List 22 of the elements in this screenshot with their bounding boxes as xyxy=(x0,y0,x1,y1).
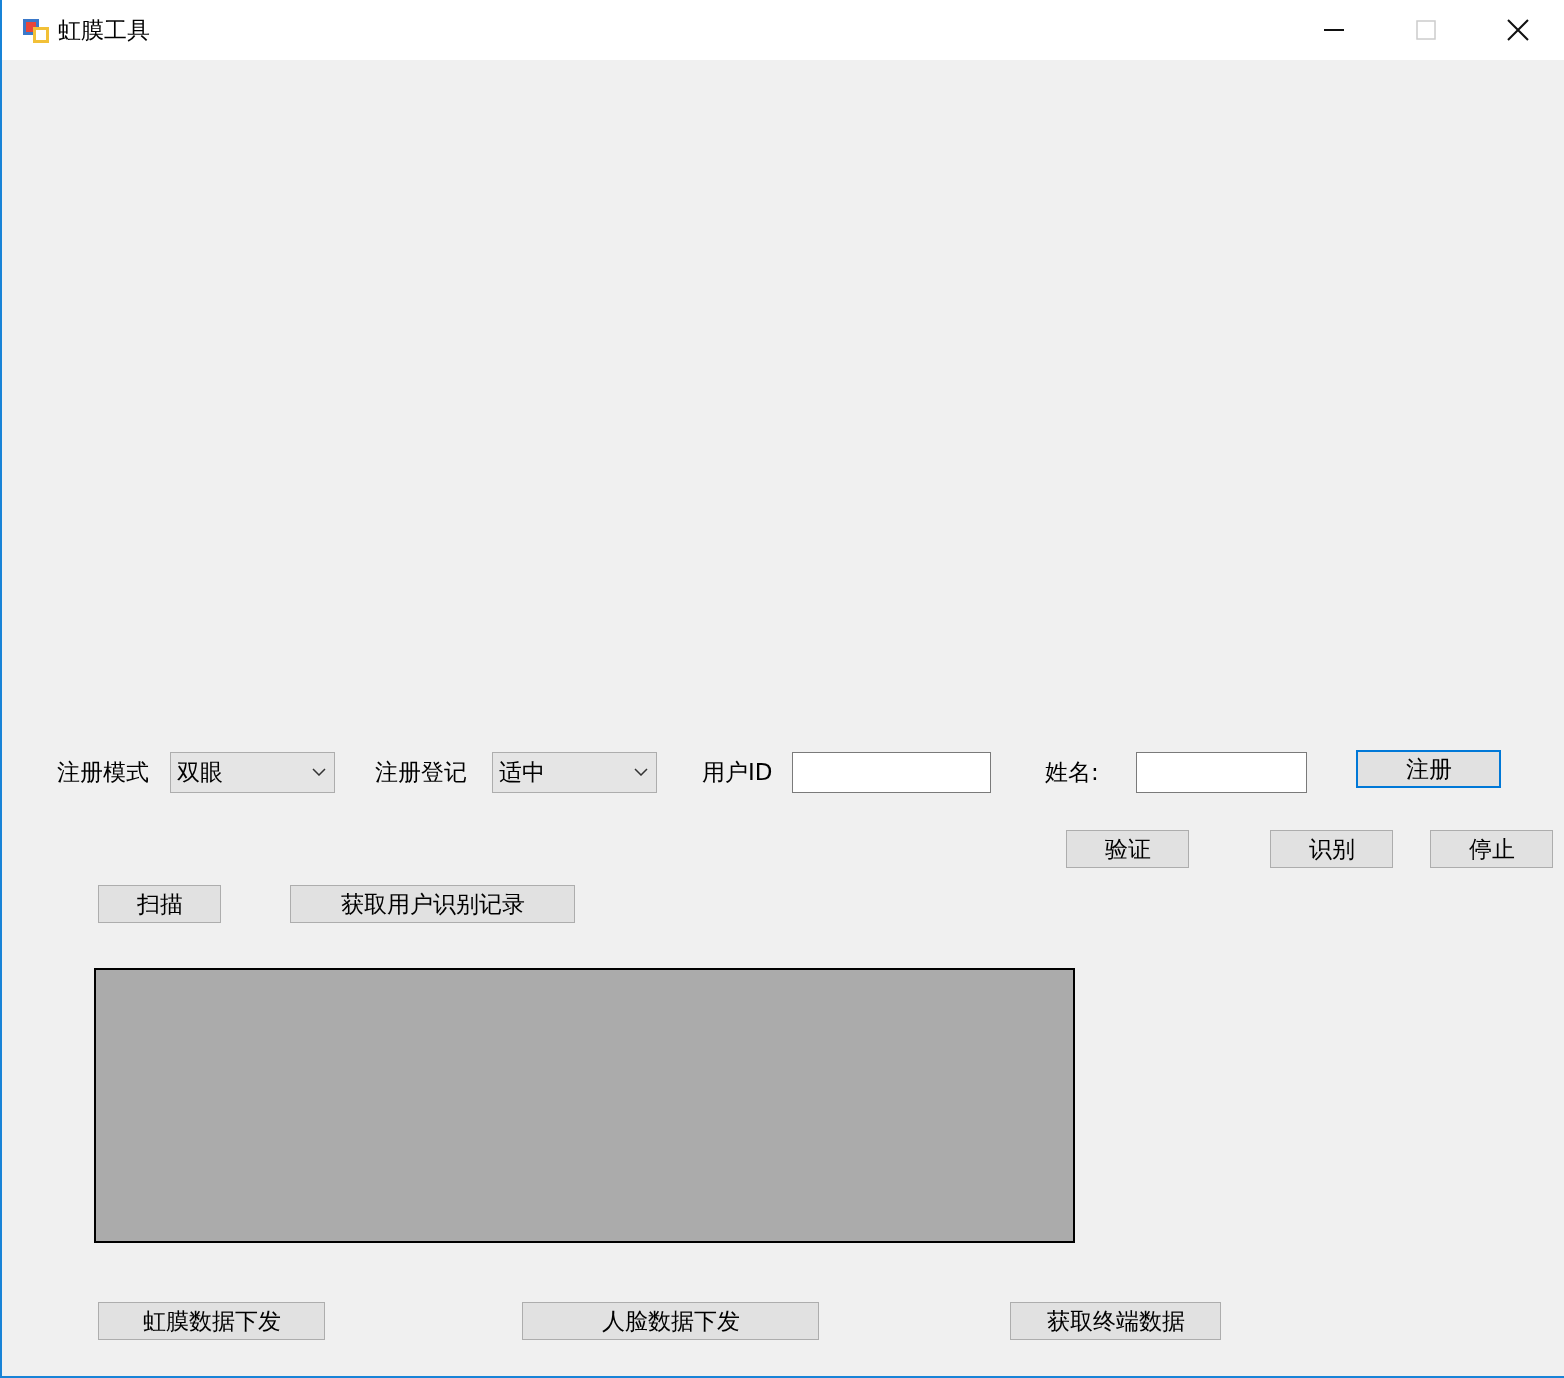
form-button[interactable]: 虹膜数据下发 xyxy=(98,1302,325,1340)
close-icon[interactable] xyxy=(1507,19,1529,41)
dropdown[interactable]: 双眼 xyxy=(170,751,335,793)
form-button[interactable]: 获取终端数据 xyxy=(1010,1302,1221,1340)
text-field[interactable] xyxy=(1136,751,1307,793)
form-button[interactable]: 扫描 xyxy=(98,885,221,923)
form-button[interactable]: 注册 xyxy=(1356,750,1501,788)
app-icon xyxy=(22,16,50,44)
field-label: 注册模式 xyxy=(57,757,150,787)
chevron-down-icon xyxy=(634,768,648,776)
dropdown[interactable]: 适中 xyxy=(492,751,657,793)
form-button[interactable]: 人脸数据下发 xyxy=(522,1302,819,1340)
form-button[interactable]: 获取用户识别记录 xyxy=(290,885,575,923)
form-button[interactable]: 停止 xyxy=(1430,830,1553,868)
text-field[interactable] xyxy=(792,751,991,793)
field-label: 注册登记 xyxy=(375,757,468,787)
window-title: 虹膜工具 xyxy=(58,15,150,45)
field-label: 用户ID xyxy=(702,757,774,787)
form-button[interactable]: 识别 xyxy=(1270,830,1393,868)
field-label: 姓名: xyxy=(1045,757,1100,787)
chevron-down-icon xyxy=(312,768,326,776)
form-button[interactable]: 验证 xyxy=(1066,830,1189,868)
